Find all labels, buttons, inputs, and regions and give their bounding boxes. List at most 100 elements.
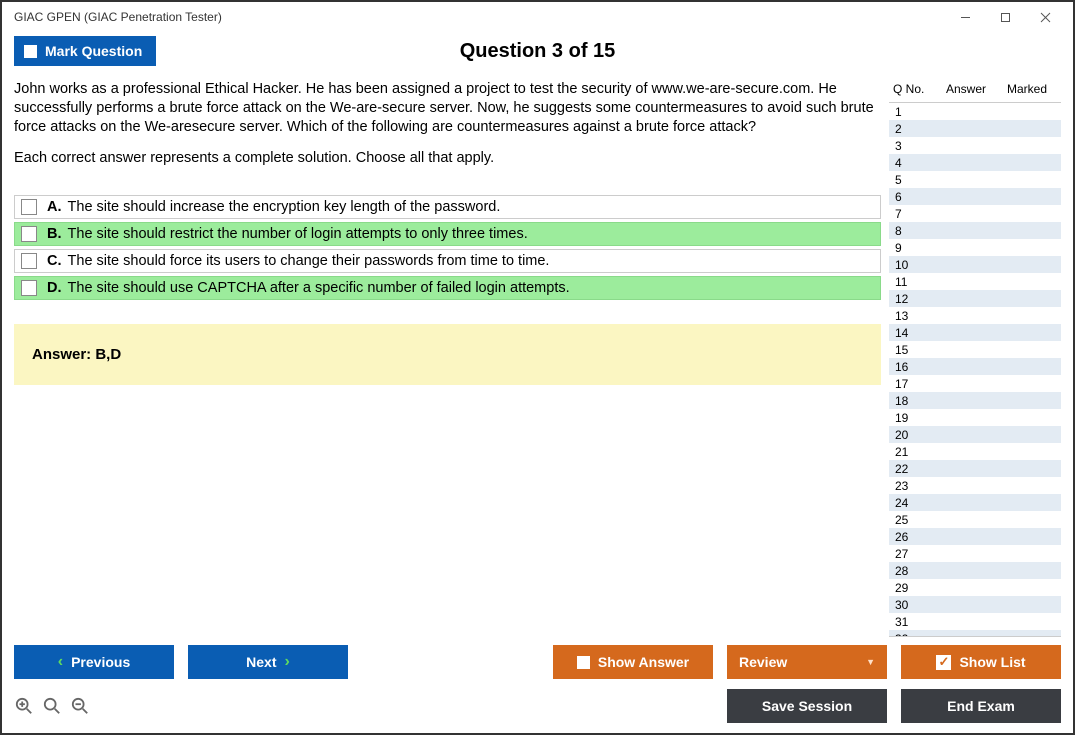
minimize-button[interactable] [945, 3, 985, 31]
answer-box: Answer: B,D [14, 324, 881, 385]
question-list-row[interactable]: 11 [889, 273, 1061, 290]
question-list[interactable]: 1234567891011121314151617181920212223242… [889, 102, 1061, 637]
triangle-down-icon: ▼ [866, 657, 875, 667]
window-title: GIAC GPEN (GIAC Penetration Tester) [14, 10, 945, 24]
option-checkbox[interactable] [21, 253, 37, 269]
chevron-right-icon: › [285, 654, 290, 670]
option-checkbox[interactable] [21, 280, 37, 296]
option-row-d[interactable]: D. The site should use CAPTCHA after a s… [14, 276, 881, 300]
show-list-button[interactable]: ✓ Show List [901, 645, 1061, 679]
option-text: B. The site should restrict the number o… [47, 226, 528, 242]
content-area: Mark Question Question 3 of 15 John work… [2, 32, 1073, 733]
option-checkbox[interactable] [21, 226, 37, 242]
title-bar: GIAC GPEN (GIAC Penetration Tester) [2, 2, 1073, 32]
app-window: GIAC GPEN (GIAC Penetration Tester) Mark… [0, 0, 1075, 735]
question-number: 5 [895, 173, 925, 187]
question-list-row[interactable]: 15 [889, 341, 1061, 358]
bottom-bar: ‹ Previous Next › Show Answer Review ▼ [14, 645, 1061, 723]
show-list-label: Show List [959, 654, 1025, 670]
question-list-row[interactable]: 22 [889, 460, 1061, 477]
option-checkbox[interactable] [21, 199, 37, 215]
question-number: 25 [895, 513, 925, 527]
previous-button[interactable]: ‹ Previous [14, 645, 174, 679]
question-list-row[interactable]: 1 [889, 103, 1061, 120]
question-list-row[interactable]: 28 [889, 562, 1061, 579]
question-number: 1 [895, 105, 925, 119]
question-list-row[interactable]: 20 [889, 426, 1061, 443]
next-label: Next [246, 654, 276, 670]
question-heading: Question 3 of 15 [14, 40, 1061, 63]
question-number: 21 [895, 445, 925, 459]
maximize-button[interactable] [985, 3, 1025, 31]
question-list-row[interactable]: 7 [889, 205, 1061, 222]
question-number: 31 [895, 615, 925, 629]
zoom-in-icon[interactable] [14, 696, 34, 716]
question-number: 2 [895, 122, 925, 136]
review-dropdown[interactable]: Review ▼ [727, 645, 887, 679]
window-controls [945, 3, 1065, 31]
show-answer-button[interactable]: Show Answer [553, 645, 713, 679]
col-marked: Marked [999, 82, 1057, 96]
review-label: Review [739, 654, 787, 670]
zoom-out-icon[interactable] [70, 696, 90, 716]
question-list-row[interactable]: 32 [889, 630, 1061, 637]
question-number: 8 [895, 224, 925, 238]
question-list-row[interactable]: 10 [889, 256, 1061, 273]
option-row-c[interactable]: C. The site should force its users to ch… [14, 249, 881, 273]
question-list-row[interactable]: 16 [889, 358, 1061, 375]
next-button[interactable]: Next › [188, 645, 348, 679]
option-row-b[interactable]: B. The site should restrict the number o… [14, 222, 881, 246]
question-list-row[interactable]: 21 [889, 443, 1061, 460]
question-list-row[interactable]: 4 [889, 154, 1061, 171]
question-list-row[interactable]: 6 [889, 188, 1061, 205]
question-number: 4 [895, 156, 925, 170]
question-number: 14 [895, 326, 925, 340]
list-header: Q No. Answer Marked [889, 80, 1061, 102]
question-list-row[interactable]: 17 [889, 375, 1061, 392]
checkmark-icon: ✓ [936, 655, 951, 670]
question-number: 16 [895, 360, 925, 374]
question-list-row[interactable]: 3 [889, 137, 1061, 154]
question-list-row[interactable]: 8 [889, 222, 1061, 239]
question-pane: John works as a professional Ethical Hac… [14, 80, 881, 637]
zoom-reset-icon[interactable] [42, 696, 62, 716]
question-number: 28 [895, 564, 925, 578]
close-button[interactable] [1025, 3, 1065, 31]
end-exam-label: End Exam [947, 698, 1015, 714]
question-list-row[interactable]: 19 [889, 409, 1061, 426]
col-qno: Q No. [893, 82, 933, 96]
show-answer-label: Show Answer [598, 654, 689, 670]
question-number: 15 [895, 343, 925, 357]
question-list-row[interactable]: 26 [889, 528, 1061, 545]
question-list-row[interactable]: 9 [889, 239, 1061, 256]
question-list-row[interactable]: 30 [889, 596, 1061, 613]
question-list-row[interactable]: 29 [889, 579, 1061, 596]
question-number: 26 [895, 530, 925, 544]
question-list-row[interactable]: 18 [889, 392, 1061, 409]
question-list-row[interactable]: 27 [889, 545, 1061, 562]
question-list-row[interactable]: 12 [889, 290, 1061, 307]
question-number: 24 [895, 496, 925, 510]
question-number: 12 [895, 292, 925, 306]
question-list-row[interactable]: 14 [889, 324, 1061, 341]
mark-question-button[interactable]: Mark Question [14, 36, 156, 66]
question-list-row[interactable]: 31 [889, 613, 1061, 630]
question-number: 32 [895, 632, 925, 638]
previous-label: Previous [71, 654, 130, 670]
option-text: A. The site should increase the encrypti… [47, 199, 500, 215]
save-session-button[interactable]: Save Session [727, 689, 887, 723]
question-number: 11 [895, 275, 925, 289]
question-number: 22 [895, 462, 925, 476]
question-list-row[interactable]: 13 [889, 307, 1061, 324]
mark-question-label: Mark Question [45, 43, 142, 59]
question-list-row[interactable]: 25 [889, 511, 1061, 528]
question-list-row[interactable]: 23 [889, 477, 1061, 494]
question-list-row[interactable]: 24 [889, 494, 1061, 511]
question-number: 18 [895, 394, 925, 408]
option-text: C. The site should force its users to ch… [47, 253, 549, 269]
end-exam-button[interactable]: End Exam [901, 689, 1061, 723]
checkbox-icon [24, 45, 37, 58]
question-list-row[interactable]: 5 [889, 171, 1061, 188]
option-row-a[interactable]: A. The site should increase the encrypti… [14, 195, 881, 219]
question-list-row[interactable]: 2 [889, 120, 1061, 137]
